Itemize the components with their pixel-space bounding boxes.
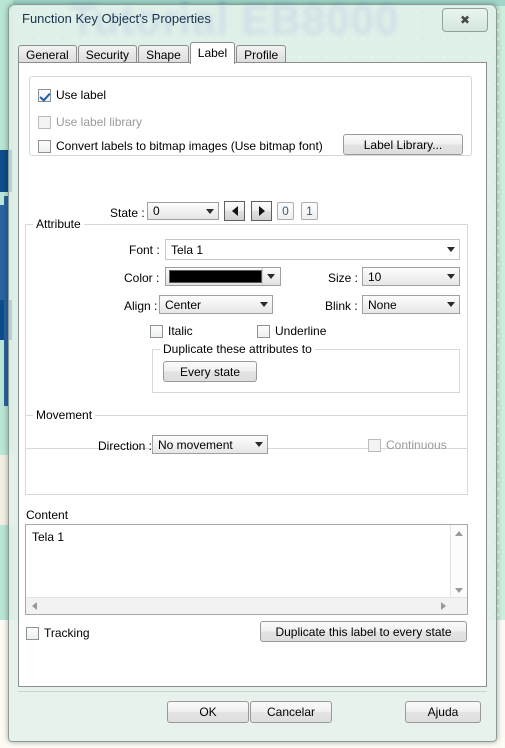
direction-label: Direction : bbox=[98, 439, 153, 453]
font-label: Font : bbox=[129, 243, 160, 257]
size-dropdown-value: 10 bbox=[368, 269, 382, 284]
checkbox-box bbox=[38, 115, 51, 129]
size-label: Size : bbox=[328, 271, 359, 285]
direction-dropdown[interactable]: No movement bbox=[152, 435, 268, 454]
attribute-group-title: Attribute bbox=[33, 217, 84, 231]
italic-checkbox-label: Italic bbox=[168, 324, 193, 338]
convert-bitmap-checkbox-label: Convert labels to bitmap images (Use bit… bbox=[56, 139, 323, 153]
state-button-0[interactable]: 0 bbox=[277, 202, 294, 220]
use-label-library-checkbox[interactable]: Use label library bbox=[38, 115, 142, 129]
align-dropdown[interactable]: Center bbox=[159, 295, 273, 314]
color-label: Color : bbox=[124, 271, 160, 285]
blink-dropdown[interactable]: None bbox=[362, 295, 460, 314]
tracking-checkbox-label: Tracking bbox=[44, 626, 90, 640]
checkbox-box bbox=[257, 324, 270, 338]
state-dropdown[interactable]: 0 bbox=[147, 202, 219, 220]
arrow-left-icon bbox=[231, 206, 238, 216]
help-button[interactable]: Ajuda bbox=[405, 701, 481, 723]
tab-strip: General Security Shape Label Profile bbox=[18, 42, 487, 64]
tab-general[interactable]: General bbox=[18, 45, 77, 63]
label-options-panel: Use label Use label library Convert labe… bbox=[29, 76, 472, 156]
blink-label: Blink : bbox=[325, 299, 358, 313]
color-swatch bbox=[169, 270, 262, 283]
label-tab-page: Use label Use label library Convert labe… bbox=[18, 62, 487, 687]
continuous-checkbox-label: Continuous bbox=[386, 438, 447, 452]
continuous-checkbox[interactable]: Continuous bbox=[368, 438, 447, 452]
arrow-right-icon bbox=[258, 206, 265, 216]
checkbox-box bbox=[38, 88, 51, 102]
color-picker[interactable] bbox=[165, 267, 281, 286]
state-button-1[interactable]: 1 bbox=[301, 202, 318, 220]
movement-group-title: Movement bbox=[33, 408, 96, 422]
italic-checkbox[interactable]: Italic bbox=[150, 324, 193, 338]
use-label-checkbox-label: Use label bbox=[56, 88, 107, 102]
align-dropdown-value: Center bbox=[165, 297, 202, 312]
scroll-right-icon[interactable] bbox=[435, 598, 451, 614]
size-dropdown[interactable]: 10 bbox=[362, 267, 460, 286]
use-label-checkbox[interactable]: Use label bbox=[38, 88, 106, 102]
chevron-down-icon bbox=[443, 302, 459, 307]
duplicate-label-every-state-button[interactable]: Duplicate this label to every state bbox=[260, 621, 467, 642]
use-label-library-checkbox-label: Use label library bbox=[56, 115, 143, 129]
dialog-title: Function Key Object's Properties bbox=[22, 11, 211, 26]
content-label: Content bbox=[26, 508, 69, 522]
chevron-down-icon bbox=[443, 247, 459, 252]
tracking-checkbox[interactable]: Tracking bbox=[26, 626, 90, 640]
scroll-down-icon[interactable] bbox=[451, 582, 467, 598]
scroll-up-icon[interactable] bbox=[451, 525, 467, 541]
duplicate-attributes-group-title: Duplicate these attributes to bbox=[160, 342, 315, 356]
footer-separator bbox=[18, 691, 487, 692]
every-state-button[interactable]: Every state bbox=[163, 361, 257, 382]
cancel-button[interactable]: Cancelar bbox=[250, 701, 332, 723]
state-dropdown-value: 0 bbox=[153, 204, 160, 218]
underline-checkbox-label: Underline bbox=[275, 324, 327, 338]
close-button[interactable]: ✖ bbox=[442, 8, 488, 32]
chevron-down-icon bbox=[251, 442, 267, 447]
tab-label[interactable]: Label bbox=[189, 42, 236, 64]
duplicate-attributes-group: Duplicate these attributes to Every stat… bbox=[152, 342, 460, 393]
checkbox-box bbox=[38, 139, 51, 153]
checkbox-box bbox=[26, 626, 39, 640]
content-horizontal-scrollbar[interactable] bbox=[26, 597, 467, 614]
font-dropdown-value: Tela 1 bbox=[171, 242, 204, 257]
font-dropdown[interactable]: Tela 1 bbox=[165, 239, 460, 260]
ok-button[interactable]: OK bbox=[167, 701, 249, 723]
underline-checkbox[interactable]: Underline bbox=[257, 324, 326, 338]
state-label: State : bbox=[110, 206, 145, 220]
tab-shape[interactable]: Shape bbox=[138, 45, 189, 63]
close-x-icon: ✖ bbox=[459, 13, 471, 27]
scroll-left-icon[interactable] bbox=[26, 598, 42, 614]
content-vertical-scrollbar[interactable] bbox=[450, 525, 467, 598]
properties-dialog: Function Key Object's Properties ✖ Gener… bbox=[8, 4, 497, 742]
tab-profile[interactable]: Profile bbox=[236, 45, 287, 63]
state-next-button[interactable] bbox=[251, 201, 272, 221]
checkbox-box bbox=[368, 438, 381, 452]
blink-dropdown-value: None bbox=[368, 297, 397, 312]
convert-bitmap-checkbox[interactable]: Convert labels to bitmap images (Use bit… bbox=[38, 139, 323, 153]
chevron-down-icon bbox=[256, 302, 272, 307]
tab-security[interactable]: Security bbox=[77, 45, 138, 63]
movement-group: Movement Direction : No movement Continu… bbox=[25, 408, 468, 495]
direction-dropdown-value: No movement bbox=[158, 437, 233, 452]
chevron-down-icon bbox=[202, 208, 218, 214]
chevron-down-icon bbox=[443, 274, 459, 279]
content-text-value: Tela 1 bbox=[32, 530, 65, 544]
label-library-button[interactable]: Label Library... bbox=[343, 134, 463, 155]
dialog-titlebar[interactable]: Function Key Object's Properties ✖ bbox=[9, 5, 496, 35]
content-textarea[interactable]: Tela 1 bbox=[25, 524, 468, 615]
state-prev-button[interactable] bbox=[224, 201, 245, 221]
chevron-down-icon bbox=[261, 268, 280, 285]
align-label: Align : bbox=[124, 299, 158, 313]
checkbox-box bbox=[150, 324, 163, 338]
